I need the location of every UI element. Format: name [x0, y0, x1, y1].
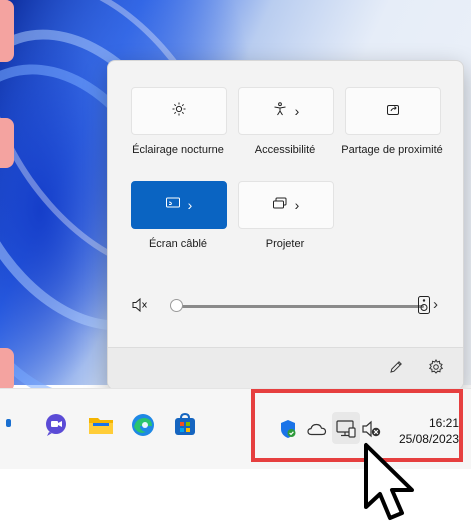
tray-highlight-annotation [251, 389, 463, 462]
pencil-icon[interactable] [389, 360, 403, 379]
quick-settings-panel: › Éclairage nocturne Accessibilité Parta… [107, 60, 464, 390]
gear-icon[interactable] [428, 359, 444, 380]
file-explorer-icon[interactable] [88, 414, 114, 440]
tile-label-project: Projeter [265, 238, 305, 250]
cast-icon [165, 196, 180, 214]
tile-accessibility[interactable]: › [238, 87, 334, 135]
partial-app-icon[interactable] [6, 419, 11, 427]
tile-label-nearby-sharing: Partage de proximité [341, 144, 443, 156]
tile-nearby-sharing[interactable] [345, 87, 441, 135]
chat-icon[interactable] [43, 412, 69, 438]
share-icon [386, 102, 400, 121]
tile-label-accessibility: Accessibilité [254, 144, 316, 156]
annotation-mark [0, 348, 14, 392]
volume-slider-thumb[interactable] [170, 299, 183, 312]
edge-icon[interactable] [130, 412, 156, 438]
mouse-cursor-icon [364, 443, 414, 520]
tile-project[interactable]: › [238, 181, 334, 229]
tile-night-light[interactable] [131, 87, 227, 135]
chevron-right-icon: › [294, 103, 300, 119]
volume-slider-track[interactable] [178, 305, 424, 308]
store-icon[interactable] [172, 412, 198, 438]
volume-row: › [130, 296, 450, 316]
accessibility-icon [273, 101, 287, 121]
chevron-right-icon[interactable]: › [433, 296, 438, 313]
chevron-right-icon: › [187, 197, 193, 213]
tile-label-wired-display: Écran câblé [148, 238, 208, 250]
quick-settings-footer [108, 347, 463, 389]
brightness-icon [172, 102, 186, 121]
project-icon [272, 196, 287, 214]
speaker-device-icon[interactable] [418, 296, 430, 319]
annotation-mark [0, 0, 14, 62]
annotation-mark [0, 118, 14, 168]
speaker-muted-icon[interactable] [132, 297, 150, 318]
tile-wired-display[interactable]: › [131, 181, 227, 229]
tile-label-night-light: Éclairage nocturne [132, 144, 224, 156]
chevron-right-icon: › [294, 197, 300, 213]
